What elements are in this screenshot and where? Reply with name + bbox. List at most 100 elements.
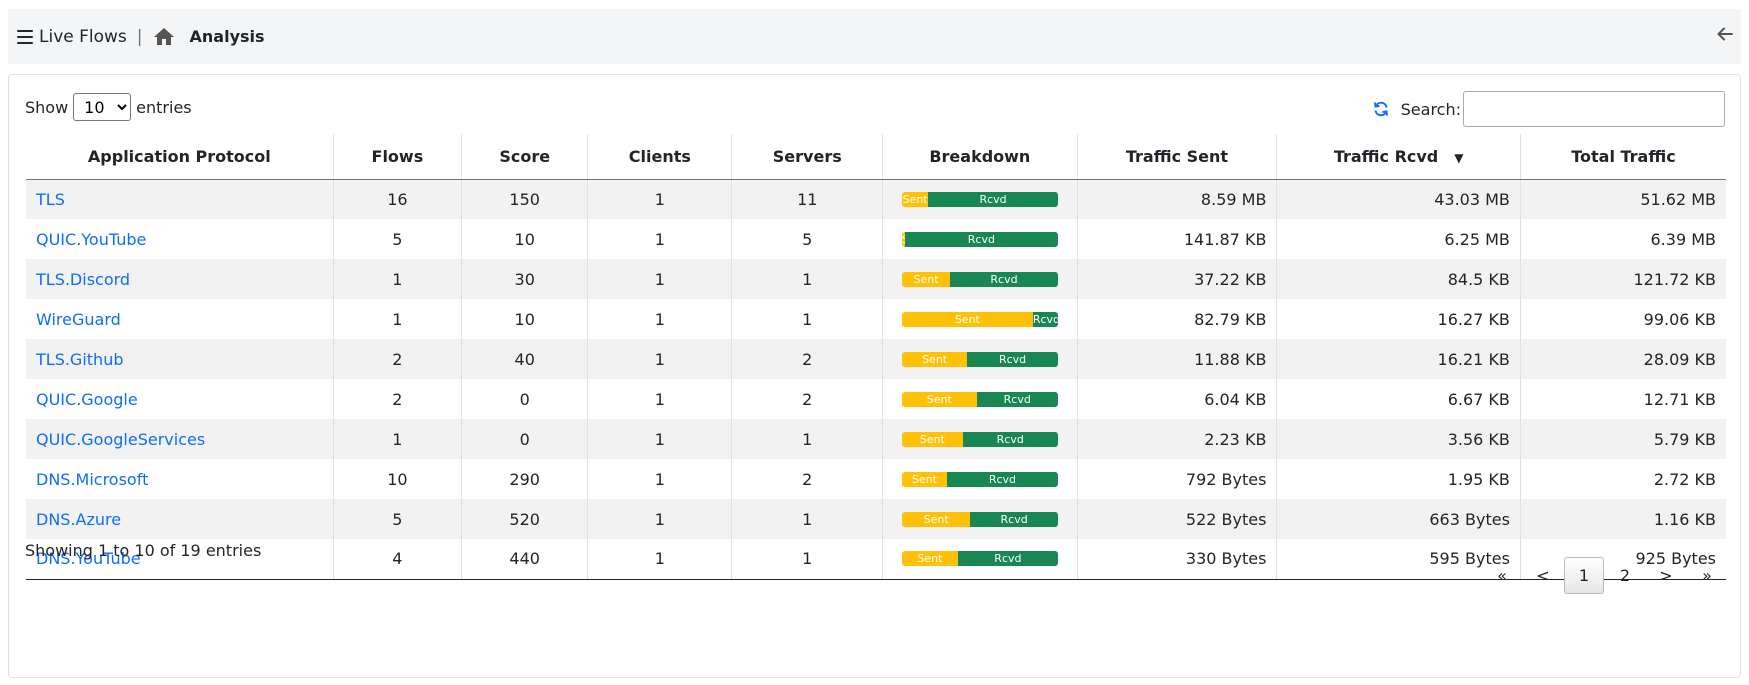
last-page-button[interactable]: » bbox=[1687, 557, 1727, 594]
page-length-select[interactable]: 102550100 bbox=[73, 93, 132, 121]
table-row: QUIC.GoogleServices 1 0 1 1 Sent Rcvd 2.23 KB 3.… bbox=[26, 419, 1726, 459]
cell-score: 440 bbox=[461, 539, 588, 580]
cell-clients: 1 bbox=[587, 499, 732, 539]
table-row: TLS 16 150 1 11 Sent Rcvd 8.59 MB 43.03 MB 51.62 … bbox=[26, 179, 1726, 219]
table-info: Showing 1 to 10 of 19 entries bbox=[25, 541, 262, 560]
protocol-link[interactable]: TLS.Github bbox=[36, 350, 123, 369]
cell-servers: 1 bbox=[731, 419, 883, 459]
table-row: TLS.Discord 1 30 1 1 Sent Rcvd 37.22 KB 84.5 KB 1… bbox=[26, 259, 1726, 299]
cell-total-traffic: 99.06 KB bbox=[1519, 299, 1726, 339]
breakdown-sent: Sent bbox=[901, 191, 929, 207]
cell-score: 10 bbox=[461, 219, 588, 259]
back-arrow-icon[interactable] bbox=[1717, 26, 1733, 45]
table-row: TLS.Github 2 40 1 2 Sent Rcvd 11.88 KB 16.21 KB 2… bbox=[26, 339, 1726, 379]
cell-traffic-rcvd: 663 Bytes bbox=[1276, 499, 1521, 539]
table-row: DNS.Microsoft 10 290 1 2 Sent Rcvd 792 Bytes 1.9… bbox=[26, 459, 1726, 499]
breakdown-rcvd: Rcvd bbox=[1032, 311, 1058, 327]
cell-breakdown: SentRcvd bbox=[882, 539, 1077, 580]
cell-servers: 1 bbox=[731, 299, 883, 339]
protocol-link[interactable]: QUIC.YouTube bbox=[36, 230, 146, 249]
cell-traffic-sent: 141.87 KB bbox=[1076, 219, 1277, 259]
cell-breakdown: SentRcvd bbox=[882, 179, 1077, 219]
table-row: QUIC.YouTube51015SentRcvd141.87 KB6.25 M… bbox=[26, 219, 1726, 259]
breakdown-rcvd: Rcvd bbox=[962, 431, 1058, 447]
cell-score: 0 bbox=[461, 419, 588, 459]
column-header-total-traffic[interactable]: Total Traffic bbox=[1519, 134, 1726, 180]
top-navbar: Live Flows | Analysis bbox=[8, 9, 1741, 64]
cell-servers: 1 bbox=[731, 539, 883, 580]
cell-breakdown: SentRcvd bbox=[882, 379, 1077, 419]
cell-traffic-sent: 792 Bytes bbox=[1076, 459, 1277, 499]
column-header-traffic-sent[interactable]: Traffic Sent bbox=[1076, 134, 1277, 180]
refresh-icon[interactable] bbox=[1373, 101, 1389, 117]
cell-flows: 10 bbox=[332, 459, 462, 499]
protocol-link[interactable]: DNS.Azure bbox=[36, 510, 121, 529]
home-icon[interactable] bbox=[153, 27, 175, 46]
breakdown-sent: Sent bbox=[901, 391, 977, 407]
cell-score: 30 bbox=[461, 259, 588, 299]
cell-score: 10 bbox=[461, 299, 588, 339]
column-header-traffic-rcvd[interactable]: Traffic Rcvd ▼ bbox=[1276, 134, 1521, 180]
cell-clients: 1 bbox=[587, 219, 732, 259]
breakdown-sent: Sent bbox=[901, 271, 951, 287]
breakdown-bar: SentRcvd bbox=[901, 271, 1058, 287]
cell-traffic-sent: 82.79 KB bbox=[1076, 299, 1277, 339]
table-row: DNS.Azure 5 520 1 1 Sent Rcvd 522 Bytes 663 Byte… bbox=[26, 499, 1726, 539]
app-title[interactable]: Live Flows bbox=[39, 27, 127, 47]
cell-total-traffic: 12.71 KB bbox=[1519, 379, 1726, 419]
cell-servers: 11 bbox=[731, 179, 883, 219]
cell-traffic-rcvd: 16.21 KB bbox=[1276, 339, 1521, 379]
column-header-traffic-rcvd-label: Traffic Rcvd bbox=[1333, 146, 1439, 166]
search-control: Search: bbox=[1373, 91, 1725, 127]
column-header-breakdown: Breakdown bbox=[882, 134, 1077, 180]
breakdown-bar: SentRcvd bbox=[901, 551, 1058, 567]
cell-score: 290 bbox=[461, 459, 588, 499]
cell-breakdown: SentRcvd bbox=[882, 459, 1077, 499]
protocol-link[interactable]: TLS bbox=[36, 190, 65, 209]
cell-traffic-sent: 37.22 KB bbox=[1076, 259, 1277, 299]
cell-traffic-rcvd: 84.5 KB bbox=[1276, 259, 1521, 299]
cell-score: 520 bbox=[461, 499, 588, 539]
cell-total-traffic: 6.39 MB bbox=[1519, 219, 1726, 259]
cell-clients: 1 bbox=[587, 419, 732, 459]
page-2-button[interactable]: 2 bbox=[1605, 557, 1645, 594]
breakdown-sent: Sent bbox=[901, 471, 948, 487]
cell-protocol: QUIC.YouTube bbox=[26, 219, 333, 259]
prev-page-button[interactable]: < bbox=[1523, 557, 1563, 594]
page-1-button[interactable]: 1 bbox=[1564, 557, 1604, 594]
cell-protocol: DNS.Azure bbox=[26, 499, 334, 539]
table-row: QUIC.Google 2 0 1 2 Sent Rcvd 6.04 KB 6.67 KB 12.… bbox=[26, 379, 1726, 419]
menu-icon[interactable] bbox=[17, 29, 33, 44]
table-header-row: Application Protocol Flows Score Clients… bbox=[26, 134, 1726, 180]
cell-total-traffic: 28.09 KB bbox=[1519, 339, 1726, 379]
breakdown-bar: SentRcvd bbox=[901, 511, 1058, 527]
cell-servers: 2 bbox=[731, 459, 883, 499]
first-page-button[interactable]: « bbox=[1482, 557, 1522, 594]
cell-total-traffic: 121.72 KB bbox=[1519, 259, 1726, 299]
column-header-protocol[interactable]: Application Protocol bbox=[26, 134, 334, 180]
column-header-score[interactable]: Score bbox=[461, 134, 588, 180]
cell-score: 0 bbox=[461, 379, 588, 419]
column-header-clients[interactable]: Clients bbox=[587, 134, 732, 180]
protocol-link[interactable]: WireGuard bbox=[36, 310, 121, 329]
pagination: «<1 2 >» bbox=[1481, 557, 1727, 594]
protocol-link[interactable]: TLS.Discord bbox=[36, 270, 130, 289]
breadcrumb-current: Analysis bbox=[189, 27, 265, 46]
protocol-link[interactable]: QUIC.Google bbox=[36, 390, 138, 409]
entries-label: entries bbox=[136, 97, 192, 117]
column-header-servers[interactable]: Servers bbox=[731, 134, 883, 180]
cell-breakdown: SentRcvd bbox=[882, 339, 1077, 379]
protocol-link[interactable]: DNS.Microsoft bbox=[36, 470, 148, 489]
cell-protocol: TLS.Github bbox=[26, 339, 334, 379]
breakdown-bar: SentRcvd bbox=[901, 231, 1058, 247]
breakdown-rcvd: Rcvd bbox=[957, 551, 1058, 567]
breakdown-bar: SentRcvd bbox=[901, 431, 1058, 447]
protocol-link[interactable]: QUIC.GoogleServices bbox=[36, 430, 205, 449]
next-page-button[interactable]: > bbox=[1646, 557, 1686, 594]
cell-traffic-sent: 6.04 KB bbox=[1076, 379, 1277, 419]
cell-breakdown: SentRcvd bbox=[882, 219, 1077, 259]
search-input[interactable] bbox=[1463, 91, 1725, 127]
breakdown-rcvd: Rcvd bbox=[928, 191, 1058, 207]
breakdown-bar: SentRcvd bbox=[901, 311, 1058, 327]
column-header-flows[interactable]: Flows bbox=[332, 134, 462, 180]
